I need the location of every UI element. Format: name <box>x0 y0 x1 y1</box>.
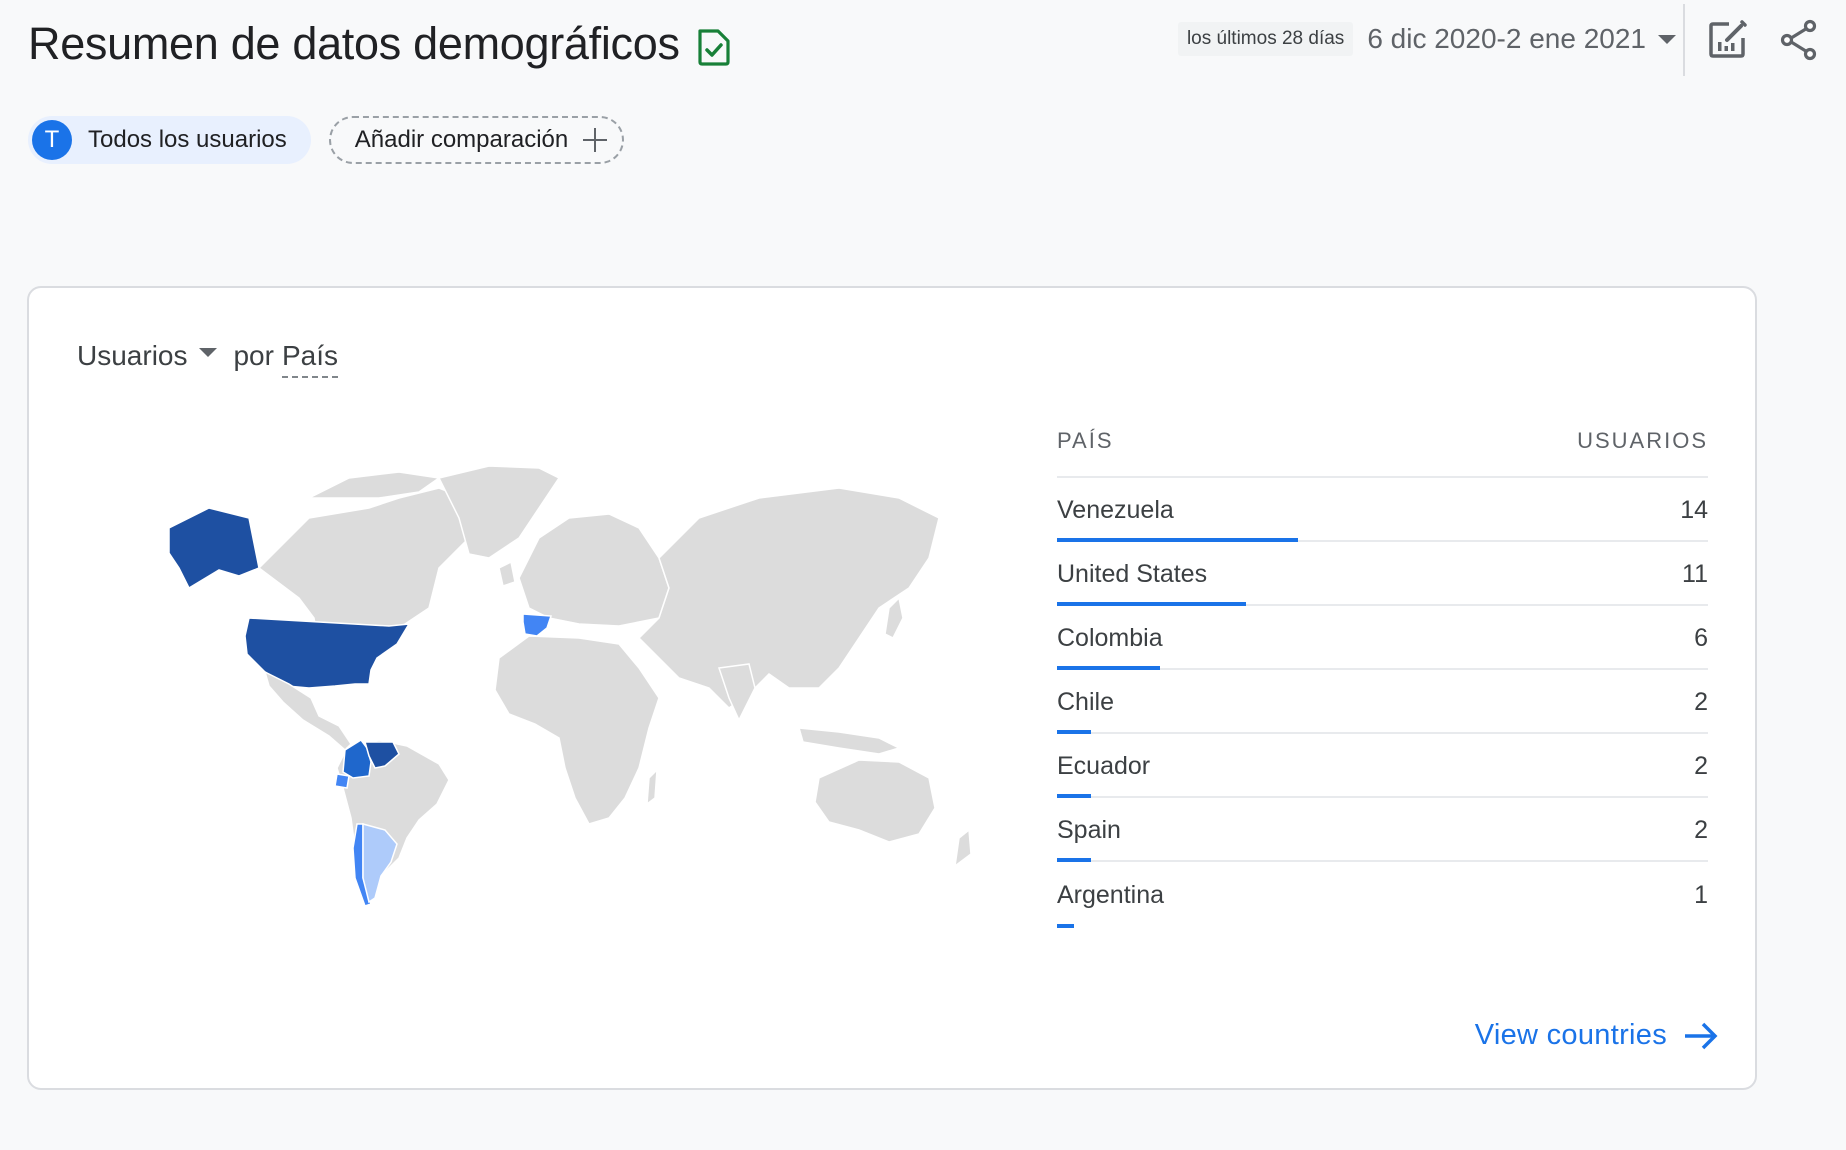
map-ecuador[interactable] <box>334 773 350 789</box>
user-count: 2 <box>1694 751 1708 780</box>
edit-report-button[interactable] <box>1705 18 1749 67</box>
country-name: Spain <box>1057 815 1121 844</box>
users-by-country-card: Usuarios por País PAÍS USUARIOS Venezuel… <box>27 286 1757 1090</box>
plus-icon <box>582 127 608 153</box>
chevron-down-icon[interactable] <box>1658 34 1676 44</box>
table-row[interactable]: Chile 2 <box>1057 670 1708 734</box>
country-name: Venezuela <box>1057 495 1174 524</box>
map-europe[interactable] <box>518 513 670 627</box>
country-name: Colombia <box>1057 623 1163 652</box>
user-count: 14 <box>1680 495 1708 524</box>
share-button[interactable] <box>1777 18 1821 67</box>
user-count: 1 <box>1694 880 1708 909</box>
column-header-users[interactable]: USUARIOS <box>1577 428 1708 454</box>
table-header: PAÍS USUARIOS <box>1057 428 1708 478</box>
map-japan[interactable] <box>884 596 904 640</box>
date-range-picker[interactable]: los últimos 28 días 6 dic 2020-2 ene 202… <box>1177 22 1676 56</box>
user-count: 2 <box>1694 815 1708 844</box>
table-row[interactable]: Argentina 1 <box>1057 862 1708 928</box>
map-madagascar <box>646 768 658 806</box>
header-divider <box>1683 4 1685 76</box>
column-header-country[interactable]: PAÍS <box>1057 428 1114 454</box>
map-asia[interactable] <box>637 487 940 709</box>
table-body: Venezuela 14 United States 11 Colombia 6… <box>1057 478 1708 928</box>
country-name: United States <box>1057 559 1208 588</box>
map-uk <box>498 560 516 587</box>
add-comparison-button[interactable]: Añadir comparación <box>328 116 625 164</box>
map-new-zealand <box>954 828 972 868</box>
map-australia[interactable] <box>814 759 936 843</box>
comparison-bar: T Todos los usuarios Añadir comparación <box>28 116 625 164</box>
map-africa[interactable] <box>494 635 660 825</box>
dimension-prefix: por <box>233 340 274 371</box>
dimension-selector[interactable]: País <box>281 340 338 378</box>
edit-report-icon <box>1705 18 1749 67</box>
country-name: Chile <box>1057 687 1114 716</box>
table-row[interactable]: Colombia 6 <box>1057 606 1708 670</box>
view-countries-link[interactable]: View countries <box>1475 1019 1719 1052</box>
table-row[interactable]: Ecuador 2 <box>1057 734 1708 798</box>
page-title: Resumen de datos demográficos <box>28 18 732 70</box>
page-title-text: Resumen de datos demográficos <box>28 18 680 69</box>
country-name: Argentina <box>1057 880 1165 909</box>
user-count: 6 <box>1694 623 1708 652</box>
user-count: 2 <box>1694 687 1708 716</box>
card-header: Usuarios por País <box>77 340 338 378</box>
map-alaska[interactable] <box>168 507 260 590</box>
world-map[interactable] <box>139 458 1039 958</box>
add-comparison-label: Añadir comparación <box>354 126 569 153</box>
arrow-right-icon <box>1683 1021 1719 1051</box>
avatar: T <box>32 120 72 160</box>
value-bar <box>1057 924 1075 928</box>
report-check-icon[interactable] <box>696 25 732 66</box>
country-name: Ecuador <box>1057 751 1151 780</box>
metric-selector[interactable]: Usuarios <box>77 340 218 372</box>
view-countries-label: View countries <box>1474 1019 1667 1051</box>
comparison-chip-label: Todos los usuarios <box>88 126 287 153</box>
map-spain[interactable] <box>522 613 553 637</box>
user-count: 11 <box>1682 559 1708 588</box>
chevron-down-icon <box>199 347 218 357</box>
table-row[interactable]: Venezuela 14 <box>1057 478 1708 542</box>
date-preset-badge: los últimos 28 días <box>1177 22 1354 56</box>
metric-label: Usuarios <box>77 340 188 371</box>
comparison-chip-all-users[interactable]: T Todos los usuarios <box>28 116 311 164</box>
table-row[interactable]: Spain 2 <box>1057 798 1708 862</box>
country-table: PAÍS USUARIOS Venezuela 14 United States… <box>1057 428 1708 928</box>
share-icon <box>1777 18 1821 67</box>
date-range-text[interactable]: 6 dic 2020-2 ene 2021 <box>1367 23 1646 55</box>
map-indonesia[interactable] <box>797 727 902 755</box>
table-row[interactable]: United States 11 <box>1057 542 1708 606</box>
